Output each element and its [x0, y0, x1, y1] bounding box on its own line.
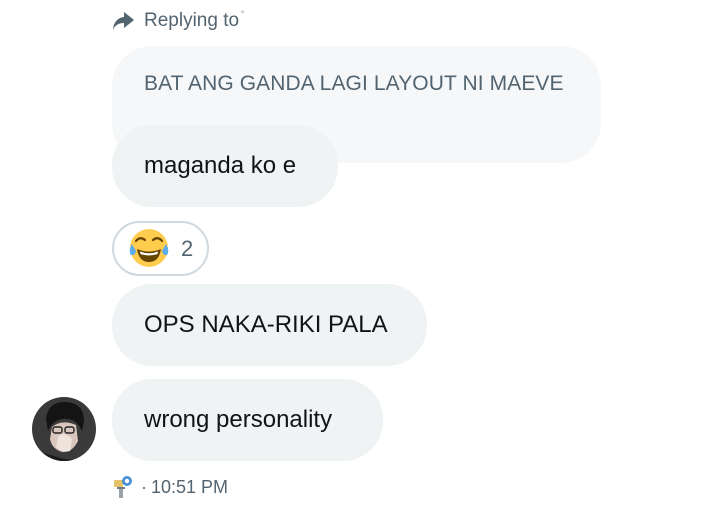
reply-arrow-icon: [110, 8, 136, 34]
message-text: OPS NAKA-RIKI PALA: [144, 311, 388, 338]
replying-to-mark: ˚: [241, 10, 245, 22]
message-text: wrong personality: [144, 406, 333, 433]
avatar[interactable]: [32, 397, 96, 461]
replying-to-label: Replying to: [144, 10, 240, 31]
seen-status-icon: [113, 474, 137, 500]
message-text: maganda ko e: [144, 152, 297, 179]
message-meta: · 10:51 PM: [113, 474, 228, 500]
meta-separator: ·: [141, 476, 147, 497]
message-bubble[interactable]: wrong personality: [112, 379, 383, 461]
reaction-count: 2: [181, 235, 194, 261]
reaction-chip[interactable]: 2: [112, 221, 209, 276]
message-timestamp: 10:51 PM: [151, 476, 229, 497]
quoted-message-text: BAT ANG GANDA LAGI LAYOUT NI MAEVE: [144, 72, 564, 95]
message-bubble[interactable]: OPS NAKA-RIKI PALA: [112, 284, 427, 366]
dm-conversation: Replying to ˚ BAT ANG GANDA LAGI LAYOUT …: [0, 0, 719, 528]
face-with-tears-of-joy-icon: [127, 227, 171, 271]
message-bubble[interactable]: maganda ko e: [112, 125, 338, 207]
reply-context: Replying to ˚: [110, 8, 244, 34]
